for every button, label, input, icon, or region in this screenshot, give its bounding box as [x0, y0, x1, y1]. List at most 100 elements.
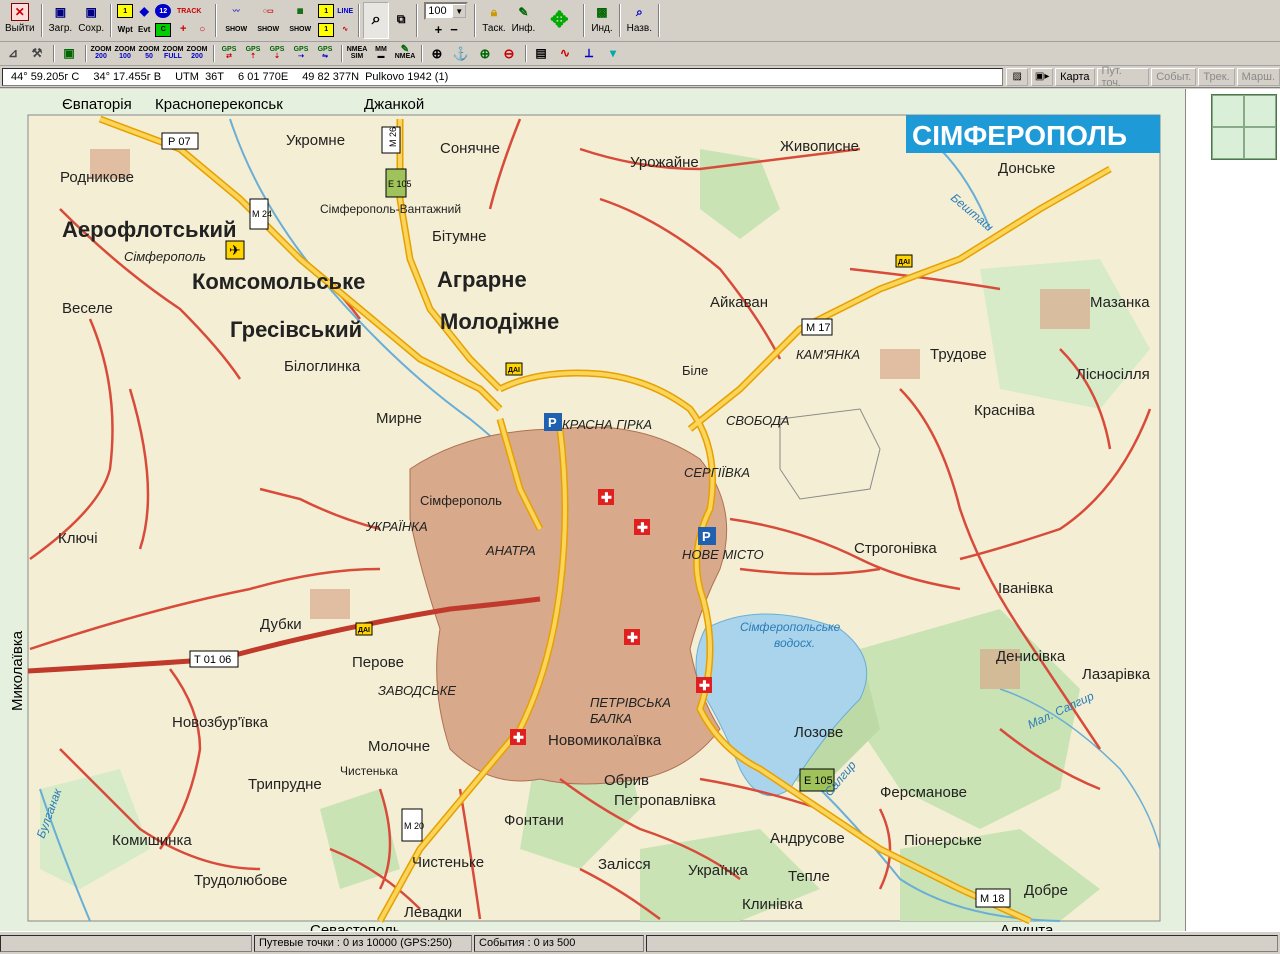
overview-map[interactable] [1211, 94, 1277, 160]
latitude: 44° 59.205г С [11, 70, 80, 83]
place-label: УКРАЇНКА [365, 519, 428, 534]
tab-routes[interactable]: Марш. [1236, 67, 1280, 86]
place-label: НОВЕ МІСТО [682, 547, 764, 562]
tab-events[interactable]: Событ. [1151, 67, 1197, 86]
mm-button[interactable]: MM ▬ [370, 43, 392, 63]
load-button[interactable]: ▣ Загр. [46, 2, 76, 39]
status-extra [646, 934, 1278, 952]
task-button[interactable]: 🔒︎ Таск. [479, 2, 508, 39]
place-label: Мазанка [1090, 294, 1150, 311]
wpt-button[interactable]: Wpt [117, 23, 133, 37]
place-label: Красніва [974, 402, 1035, 419]
zoom-out-icon[interactable]: − [450, 22, 458, 37]
tab-map[interactable]: Карта [1055, 67, 1095, 86]
event-number-icon[interactable]: 12 [155, 4, 172, 19]
place-label: Строгонівка [854, 540, 937, 557]
show-map-button[interactable]: SHOW [286, 23, 314, 37]
window-button[interactable]: ⧉ [389, 2, 413, 39]
crosshair-icon[interactable]: ⊕ [426, 43, 448, 63]
exit-button[interactable]: ✕ Выйти [2, 2, 38, 39]
datum: Pulkovo 1942 (1) [365, 70, 449, 83]
number-icon-2[interactable]: 1 [318, 22, 335, 37]
index-button[interactable]: ▩ Инд. [588, 2, 615, 39]
gps-connect-button[interactable]: GPS ⇄ [218, 43, 240, 63]
track-button[interactable]: TRACK [175, 4, 203, 18]
anchor-icon[interactable]: ⚓ [450, 43, 472, 63]
waypoint-event-group: 1 ◆ 12 Wpt Evt C [115, 2, 173, 39]
pan-button[interactable]: ✥ [538, 2, 580, 39]
svg-text:✚: ✚ [601, 490, 612, 505]
tab-waypoints[interactable]: Пут. точ. [1096, 65, 1150, 89]
line-chart-icon[interactable]: ∿ [337, 23, 353, 37]
number-icon[interactable]: 1 [318, 4, 335, 19]
map-view[interactable]: Р 07 М 26 Е 105 М 24 М 17 Т 01 06 М 20 Е… [0, 89, 1186, 931]
floppy-icon: ▣▸ [1034, 71, 1050, 82]
green-event-icon[interactable]: C [155, 22, 172, 37]
show-track-button[interactable]: SHOW [222, 23, 250, 37]
measure-icon[interactable]: ⟂ [578, 43, 600, 63]
zoom-50-button[interactable]: ZOOM 50 [138, 43, 160, 63]
chip-icon[interactable]: ▣ [58, 43, 80, 63]
signal-icon[interactable]: ▾ [602, 43, 624, 63]
label-gresivskyi: Гресівський [230, 317, 362, 342]
label-molodizhne: Молодіжне [440, 309, 559, 334]
direction-krasnoperekopsk: Красноперекопськ [155, 96, 283, 113]
window-tile-icon[interactable]: ▤ [530, 43, 552, 63]
place-label: Донське [998, 160, 1055, 177]
tab-tracks[interactable]: Трек. [1198, 67, 1235, 86]
track-add-icon[interactable]: + [175, 23, 191, 37]
diamond-icon[interactable]: ◆ [136, 4, 152, 18]
place-label: Живописне [780, 138, 859, 155]
save-button[interactable]: ▣ Сохр. [75, 2, 107, 39]
utm-info: UTM 36T [175, 70, 225, 83]
road-label-p07: Р 07 [168, 136, 191, 148]
gps-route-icon: ⇢ [298, 53, 304, 60]
zoom-200-button[interactable]: ZOOM 200 [90, 43, 112, 63]
gps-sync-button[interactable]: GPS ⇋ [314, 43, 336, 63]
zoom-in-icon[interactable]: + [435, 22, 443, 37]
place-label: Новомиколаївка [548, 732, 662, 749]
place-label: Молочне [368, 738, 430, 755]
tools-icon[interactable]: ⚒ [26, 43, 48, 63]
show-route-button[interactable]: SHOW [254, 23, 282, 37]
gps-upload-button[interactable]: GPS ⇡ [242, 43, 264, 63]
nmea-log-button[interactable]: ✎ NMEA [394, 43, 416, 63]
svg-text:✚: ✚ [627, 630, 638, 645]
ruler-icon[interactable]: ⊿ [2, 43, 24, 63]
zoom-100-button[interactable]: ZOOM 100 [114, 43, 136, 63]
track-record-icon[interactable]: ○ [194, 23, 210, 37]
info-button[interactable]: ✎ Инф. [509, 2, 539, 39]
map-layers-icon[interactable]: ▦ [286, 4, 314, 18]
names-button[interactable]: ⌕ Назв. [624, 2, 655, 39]
route-icon[interactable]: ○▭ [254, 4, 282, 18]
zoom-tool-button[interactable]: ⌕ [363, 2, 390, 39]
track-line-icon[interactable]: 〰 [222, 4, 250, 18]
place-label: Фонтани [504, 812, 564, 829]
map-canvas[interactable]: Р 07 М 26 Е 105 М 24 М 17 Т 01 06 М 20 Е… [0, 89, 1186, 931]
map-image-button[interactable]: ▨ [1006, 67, 1029, 86]
remove-point-icon[interactable]: ⊖ [498, 43, 520, 63]
zoom-select[interactable]: 100 ▼ [424, 2, 469, 20]
gps-download-button[interactable]: GPS ⇣ [266, 43, 288, 63]
direction-yevpatoria: Євпаторія [62, 96, 132, 113]
place-label: Укромне [286, 132, 345, 149]
line-button[interactable]: LINE [337, 4, 353, 18]
parking-icon: P [548, 415, 557, 430]
save-map-button[interactable]: ▣▸ [1031, 67, 1054, 86]
gps-sync-icon: ⇋ [322, 53, 328, 60]
chart-icon[interactable]: ∿ [554, 43, 576, 63]
police-marker: ДАІ [898, 259, 910, 266]
zoom-full-button[interactable]: ZOOM FULL [162, 43, 184, 63]
place-label: ПЕТРІВСЬКА [590, 695, 671, 710]
city-title: СІМФЕРОПОЛЬ [912, 120, 1127, 151]
chevron-down-icon[interactable]: ▼ [452, 4, 467, 18]
place-label: Лозове [794, 724, 843, 741]
evt-button[interactable]: Evt [136, 23, 152, 37]
add-point-icon[interactable]: ⊕ [474, 43, 496, 63]
place-label: Лісносілля [1076, 366, 1150, 383]
nmea-sim-button[interactable]: NMEA SIM [346, 43, 368, 63]
gps-route-button[interactable]: GPS ⇢ [290, 43, 312, 63]
zoom-200-alt-button[interactable]: ZOOM 200 [186, 43, 208, 63]
direction-mykolaivka: Миколаївка [9, 630, 26, 711]
waypoint-icon[interactable]: 1 [117, 4, 134, 19]
